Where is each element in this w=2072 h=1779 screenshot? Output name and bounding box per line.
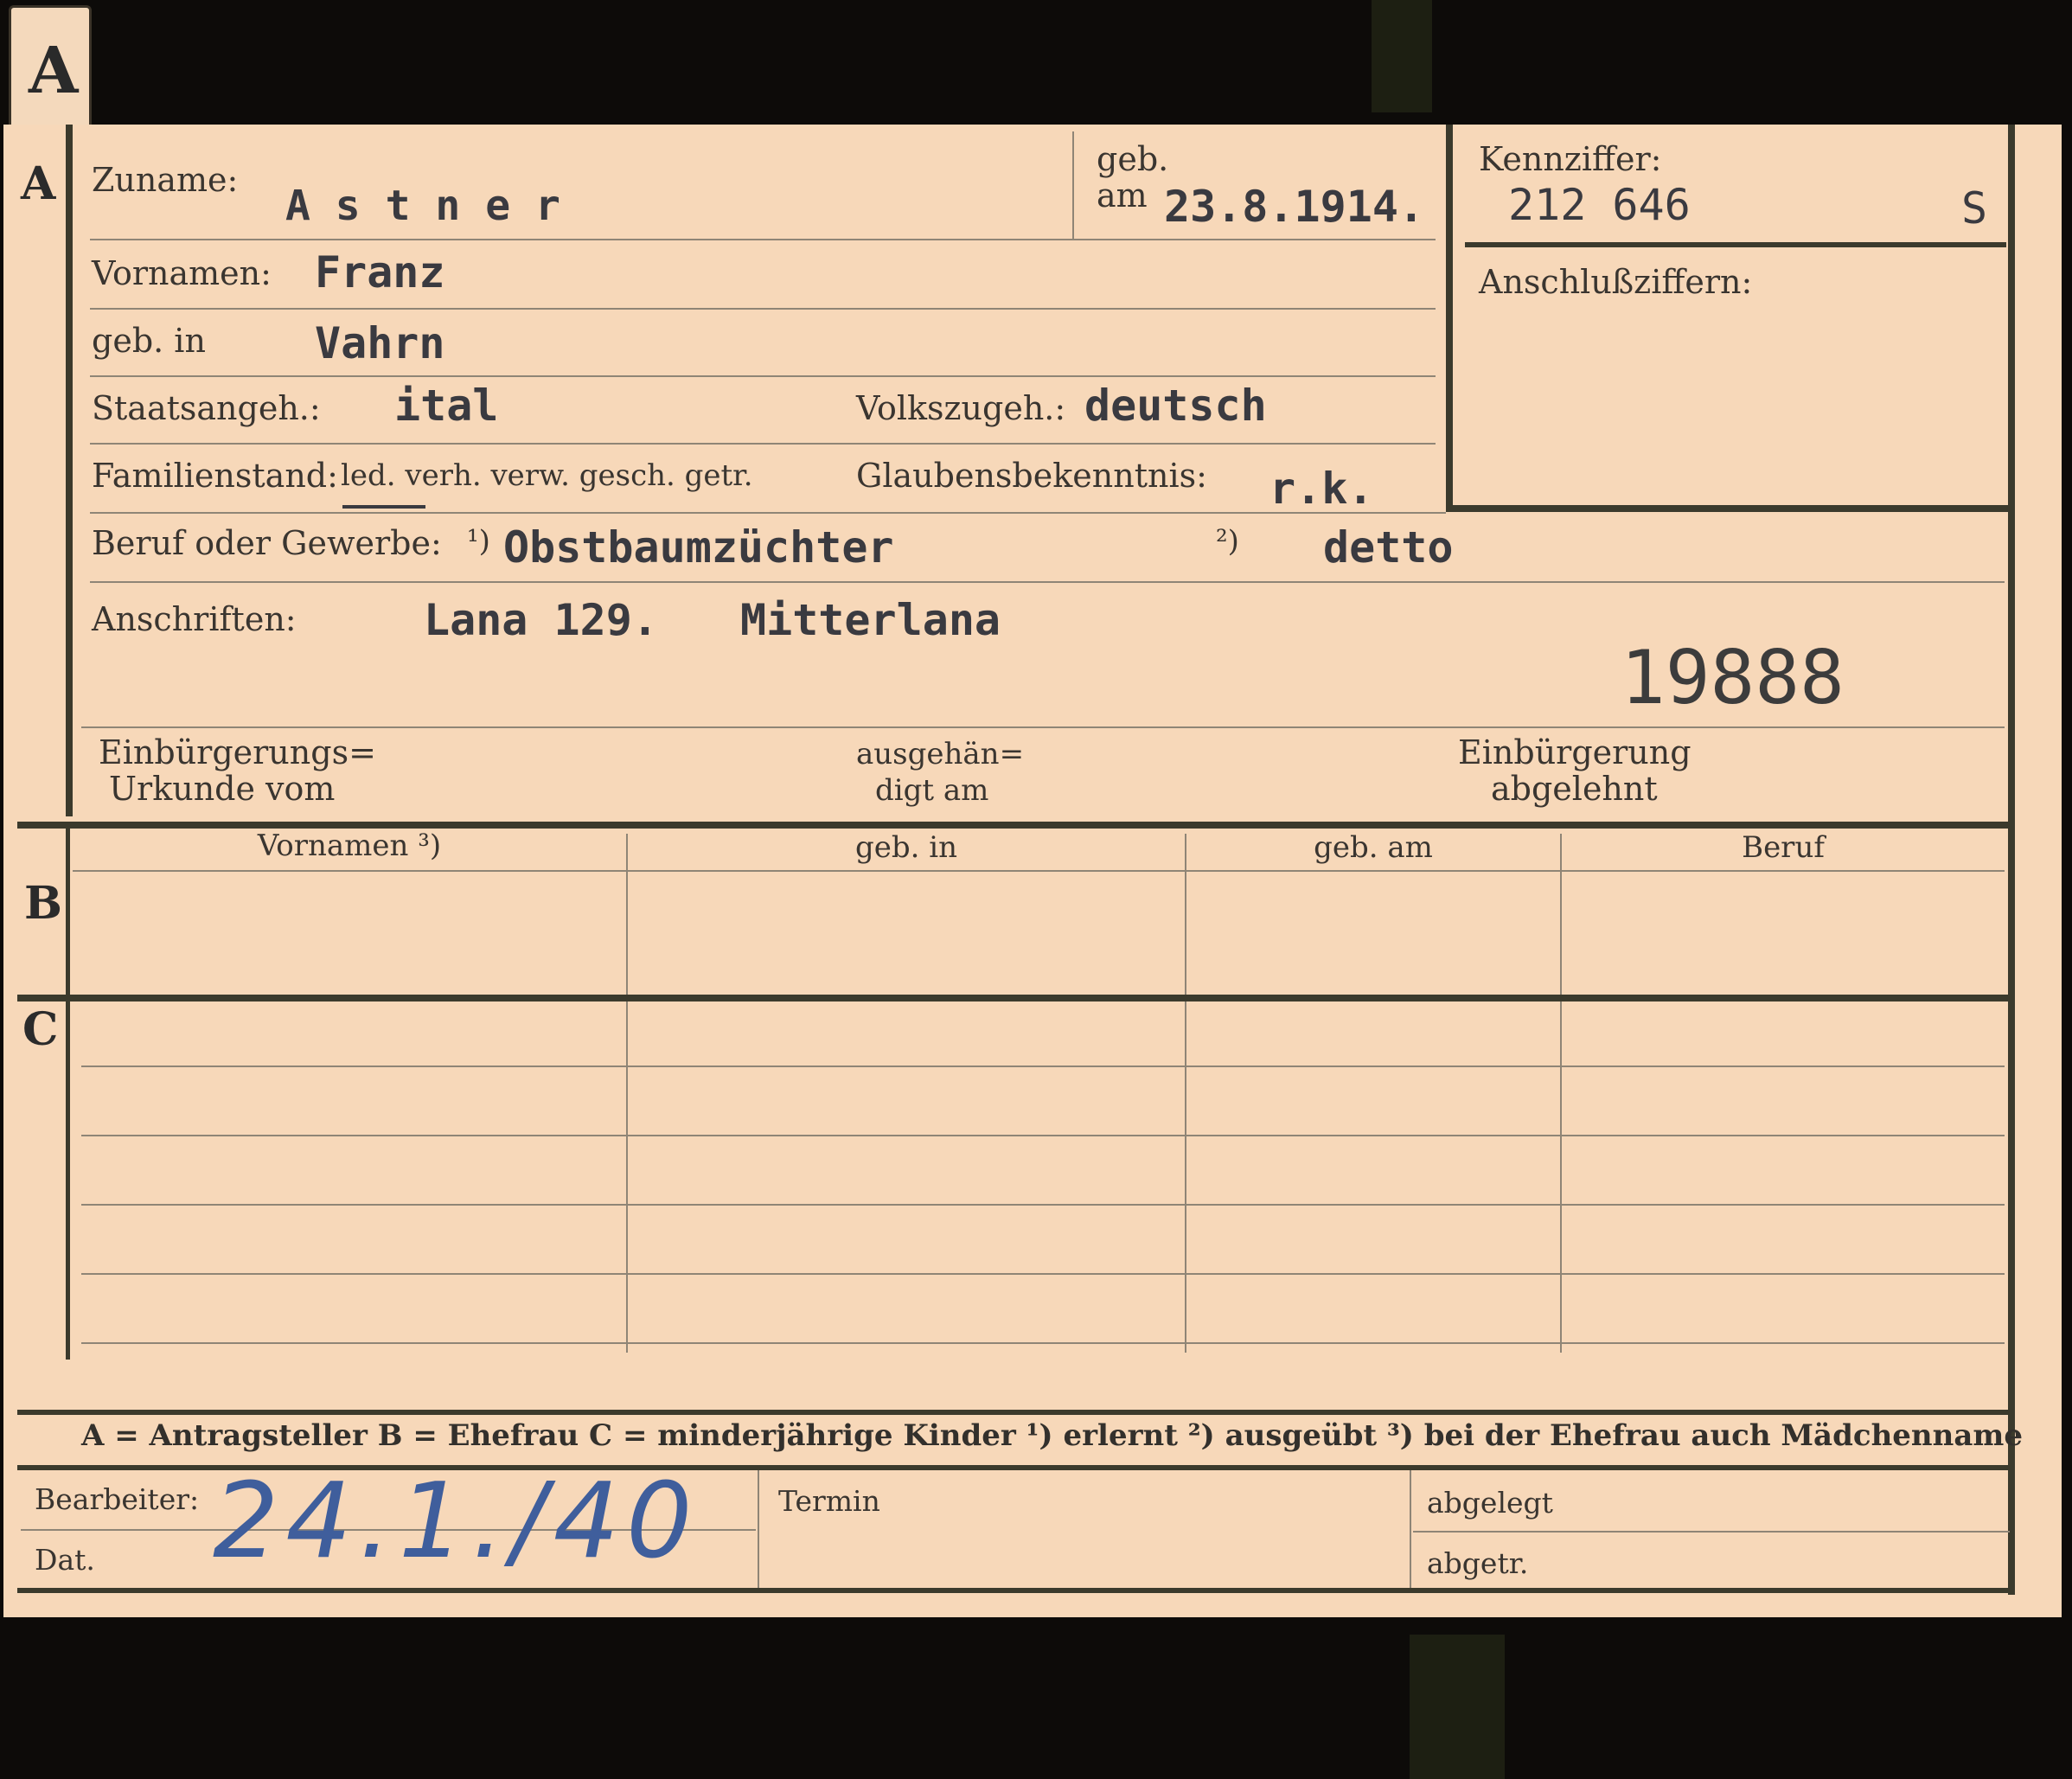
col-header-vornamen: Vornamen ³) <box>257 829 442 863</box>
beruf-label: Beruf oder Gewerbe: <box>92 524 442 562</box>
termin-label: Termin <box>778 1484 880 1518</box>
beruf-note-2: ²) <box>1216 524 1239 559</box>
col-divider-1-c <box>626 1001 628 1353</box>
vornamen-value: Franz <box>315 247 445 298</box>
section-b-letter: B <box>24 877 62 930</box>
geb-in-value: Vahrn <box>315 318 445 368</box>
abgelegt-label: abgelegt <box>1427 1486 1553 1520</box>
c-row-line-5 <box>81 1342 2005 1344</box>
anschrift-1: Lana 129. <box>424 595 658 645</box>
staatsangeh-label: Staatsangeh.: <box>92 389 321 427</box>
row-line-5 <box>90 512 1446 514</box>
geb-label: geb. <box>1097 140 1169 178</box>
section-c-left-border <box>66 995 70 1360</box>
c-row-line-3 <box>81 1204 2005 1206</box>
abgetr-label: abgetr. <box>1427 1546 1529 1580</box>
bearbeiter-label: Bearbeiter: <box>35 1482 200 1516</box>
kennziffer-value: 212 646 <box>1508 180 1691 230</box>
row-line-2 <box>90 308 1436 310</box>
record-card: A Zuname: A s t n e r geb. am 23.8.1914.… <box>3 125 2062 1617</box>
kennziffer-box-left <box>1446 125 1453 512</box>
c-row-line-4 <box>81 1273 2005 1275</box>
familienstand-label: Familienstand: <box>92 457 338 495</box>
zuname-value: A s t n e r <box>285 182 560 230</box>
c-row-line-2 <box>81 1135 2005 1136</box>
index-tab-letter: A <box>29 34 79 108</box>
dat-label: Dat. <box>35 1543 95 1577</box>
footer-divider-1 <box>758 1470 759 1588</box>
glauben-value: r.k. <box>1269 464 1374 514</box>
einbuergerung-abgelehnt-line1: Einbürgerung <box>1458 733 1691 771</box>
col-divider-3-c <box>1560 1001 1562 1353</box>
row-line-6 <box>90 581 2005 583</box>
einbuergerung-abgelehnt-line2: abgelehnt <box>1491 770 1658 808</box>
section-b-header-line <box>73 870 2005 872</box>
legend-top-border <box>17 1410 2015 1415</box>
kennziffer-box-bottom <box>1446 505 2015 512</box>
familienstand-options: led. verh. verw. gesch. getr. <box>341 458 753 493</box>
birth-date-value: 23.8.1914. <box>1164 182 1425 232</box>
left-border-a <box>66 125 73 816</box>
kennziffer-suffix: S <box>1961 183 1988 234</box>
row-line-7 <box>81 726 2005 728</box>
right-border <box>2008 125 2015 1595</box>
top-clamp-shadow <box>1372 0 1432 112</box>
row-line-4 <box>90 443 1436 445</box>
section-a-letter: A <box>21 157 56 210</box>
legend-text: A = Antragsteller B = Ehefrau C = minder… <box>81 1418 2023 1453</box>
familienstand-selection-underline <box>342 505 425 509</box>
einbuergerung-urkunde-line1: Einbürgerungs= <box>99 733 376 771</box>
beruf-value-1: Obstbaumzüchter <box>503 522 894 573</box>
kennziffer-underline <box>1465 242 2006 247</box>
row-line-3 <box>90 375 1436 377</box>
geb-divider <box>1072 131 1074 239</box>
volkszugeh-value: deutsch <box>1084 381 1267 431</box>
ausgehaendigt-line1: ausgehän= <box>856 737 1025 771</box>
row-line-1 <box>90 239 1436 240</box>
am-label: am <box>1097 176 1148 214</box>
vornamen-label: Vornamen: <box>92 254 272 292</box>
glauben-label: Glaubensbekenntnis: <box>856 457 1207 495</box>
stamp-number: 19888 <box>1621 635 1845 721</box>
staatsangeh-value: ital <box>394 381 499 431</box>
beruf-note-1: ¹) <box>467 524 490 559</box>
handwritten-date: 24.1./40 <box>213 1462 700 1582</box>
c-row-line-1 <box>81 1065 2005 1067</box>
anschriften-label: Anschriften: <box>92 600 297 638</box>
einbuergerung-urkunde-line2: Urkunde vom <box>109 770 336 808</box>
col-divider-2-c <box>1185 1001 1186 1353</box>
footer-divider-2 <box>1410 1470 1411 1588</box>
section-b-top-border <box>17 822 2015 829</box>
volkszugeh-label: Volkszugeh.: <box>856 389 1066 427</box>
col-header-geb-am: geb. am <box>1314 830 1433 865</box>
section-c-top-border <box>17 995 2015 1001</box>
bottom-clamp-shadow <box>1410 1635 1505 1779</box>
ausgehaendigt-line2: digt am <box>875 773 989 808</box>
anschrift-2: Mitterlana <box>740 595 1001 645</box>
card-bottom-border <box>17 1588 2015 1593</box>
kennziffer-label: Kennziffer: <box>1479 140 1662 178</box>
geb-in-label: geb. in <box>92 322 206 360</box>
zuname-label: Zuname: <box>92 161 239 199</box>
footer-line-right <box>1413 1531 2010 1533</box>
col-header-geb-in: geb. in <box>854 830 958 865</box>
beruf-value-2: detto <box>1323 522 1454 573</box>
col-header-beruf: Beruf <box>1742 830 1825 865</box>
section-c-letter: C <box>22 1003 59 1056</box>
anschluss-label: Anschlußziffern: <box>1479 263 1753 301</box>
index-tab: A <box>9 5 92 131</box>
